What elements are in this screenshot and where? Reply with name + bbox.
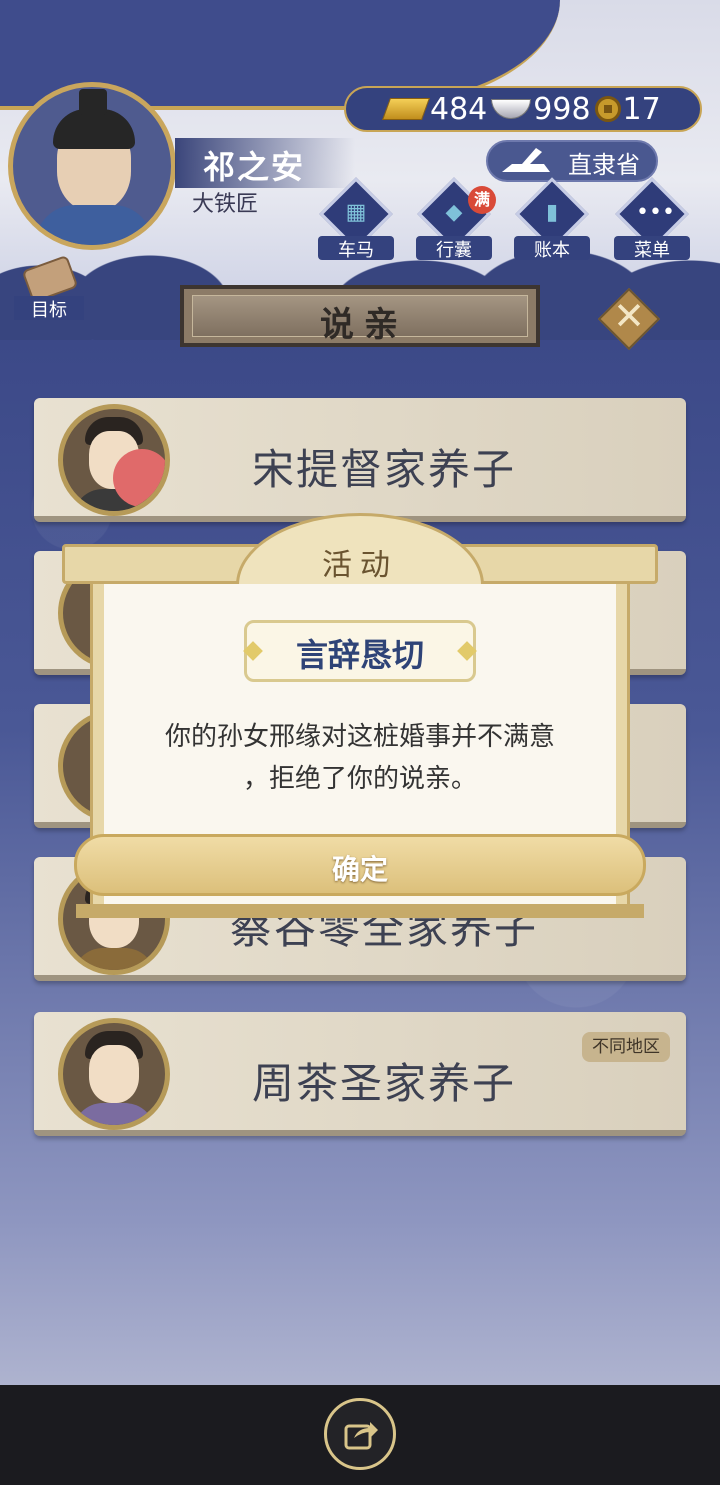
copper-coin-icon [594, 96, 621, 122]
resource-bar: 484 998 17 [344, 86, 702, 132]
bag-icon: ◆ [445, 200, 463, 225]
page-title-banner: 说亲 [180, 285, 540, 347]
ledger-button[interactable]: ▮ 账本 [514, 177, 590, 261]
gold-resource: 484 [381, 91, 488, 127]
dialog-message: 你的孙女邢缘对这桩婚事并不满意 ，拒绝了你的说亲。 [124, 716, 596, 800]
gold-bar-icon [381, 98, 431, 120]
page-title: 说亲 [320, 305, 408, 345]
umbrella-icon [113, 449, 165, 507]
close-icon: ✕ [613, 294, 645, 338]
bag-button[interactable]: ◆ 满 行囊 [416, 177, 496, 261]
silver-resource: 998 [491, 91, 591, 127]
coin-resource: 17 [594, 91, 661, 127]
candidate-card[interactable]: 周茶圣家养子 不同地区 [34, 1012, 686, 1136]
player-title: 大铁匠 [192, 192, 259, 217]
game-screen: 祁之安 大铁匠 484 998 17 直隶省 ▦ 车马 ◆ 满 行囊 ▮ 账本 … [0, 0, 720, 1485]
target-button[interactable]: 目标 [10, 254, 88, 322]
confirm-button-label: 确定 [331, 853, 388, 886]
bag-label: 行囊 [416, 236, 492, 261]
player-avatar[interactable] [8, 82, 176, 250]
target-label: 目标 [14, 296, 84, 321]
dialog-title: 活动 [322, 548, 398, 583]
carriage-label: 车马 [318, 236, 394, 261]
anvil-icon [502, 148, 550, 172]
ledger-icon: ▮ [545, 200, 559, 225]
carriage-icon: ▦ [345, 200, 367, 225]
player-name: 祁之安 [203, 148, 306, 186]
dialog-message-line: 你的孙女邢缘对这桩婚事并不满意 [164, 722, 555, 752]
different-region-badge: 不同地区 [582, 1032, 670, 1062]
gold-amount: 484 [430, 91, 488, 127]
dialog-message-line: ，拒绝了你的说亲。 [242, 764, 477, 794]
share-button[interactable] [324, 1398, 396, 1470]
candidate-name: 周茶圣家养子 [251, 1059, 516, 1108]
candidate-portrait [58, 404, 170, 516]
region-label: 直隶省 [568, 151, 640, 179]
candidate-portrait [58, 1018, 170, 1130]
coin-amount: 17 [622, 91, 661, 127]
dialog-base [76, 904, 644, 918]
dialog-heading: 言辞恳切 [295, 636, 424, 674]
menu-button[interactable]: ••• 菜单 [614, 177, 690, 261]
ledger-label: 账本 [514, 236, 590, 261]
silver-ingot-icon [491, 99, 532, 119]
candidate-name: 宋提督家养子 [251, 445, 516, 494]
close-button[interactable]: ✕ [597, 287, 661, 351]
silver-amount: 998 [533, 91, 591, 127]
candidate-card[interactable]: 宋提督家养子 [34, 398, 686, 522]
carriage-button[interactable]: ▦ 车马 [318, 177, 394, 261]
more-icon: ••• [636, 200, 675, 225]
full-badge: 满 [468, 186, 496, 214]
share-icon [344, 1422, 378, 1450]
menu-label: 菜单 [614, 236, 690, 261]
